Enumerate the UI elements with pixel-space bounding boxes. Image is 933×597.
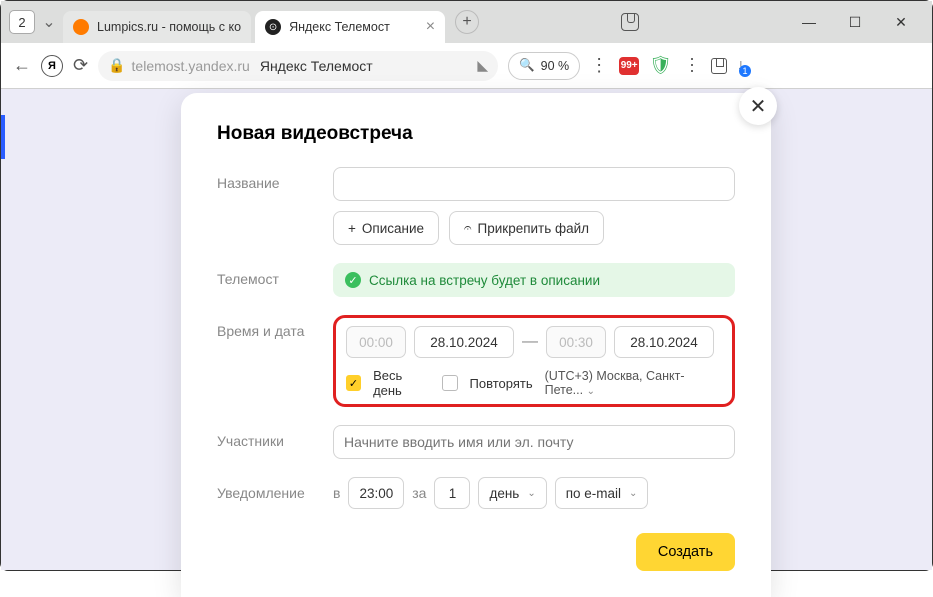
downloads-button[interactable]: ↓1 (737, 57, 745, 75)
sidebar-toggle-icon[interactable] (711, 58, 727, 74)
address-bar: ← Я ⟳ 🔒 telemost.yandex.ru Яндекс Телемо… (1, 43, 932, 89)
bookmark-icon[interactable]: ◣ (477, 57, 488, 74)
yandex-home-icon[interactable]: Я (41, 55, 63, 77)
new-meeting-modal: ✕ Новая видеовстреча Название +Описание … (181, 93, 771, 597)
favicon-lumpics-icon (73, 19, 89, 35)
range-dash: — (522, 333, 538, 351)
meeting-name-input[interactable] (333, 167, 735, 201)
plus-icon: + (348, 221, 356, 236)
notif-method-select[interactable]: по e-mail⌄ (555, 477, 649, 509)
timezone-selector[interactable]: (UTC+3) Москва, Санкт-Пете... ⌄ (545, 369, 722, 397)
tab-lumpics[interactable]: Lumpics.ru - помощь с ко (63, 11, 251, 43)
minimize-button[interactable]: — (800, 14, 818, 31)
chevron-down-icon: ⌄ (587, 386, 595, 397)
tab-title: Lumpics.ru - помощь с ко (97, 20, 241, 34)
repeat-label: Повторять (470, 376, 533, 391)
datetime-highlight: 00:00 28.10.2024 — 00:30 28.10.2024 Весь… (333, 315, 735, 407)
tab-dropdown-icon[interactable]: ⌄ (39, 12, 59, 32)
label-participants: Участники (217, 425, 333, 459)
check-icon: ✓ (345, 272, 361, 288)
repeat-checkbox[interactable] (442, 375, 457, 391)
chevron-down-icon: ⌄ (527, 488, 535, 499)
modal-title: Новая видеовстреча (217, 123, 735, 145)
content-area: ✕ Новая видеовстреча Название +Описание … (1, 89, 932, 570)
label-telemost: Телемост (217, 263, 333, 297)
notif-qty-input[interactable]: 1 (434, 477, 470, 509)
tab-telemost[interactable]: ⊙ Яндекс Телемост × (255, 11, 445, 43)
tab-strip: 2 ⌄ Lumpics.ru - помощь с ко ⊙ Яндекс Те… (1, 1, 932, 43)
attach-file-button[interactable]: 𝄐Прикрепить файл (449, 211, 604, 245)
all-day-checkbox[interactable] (346, 375, 361, 391)
accent-strip (1, 115, 5, 159)
maximize-button[interactable]: ☐ (846, 14, 864, 31)
search-icon: 🔍 (519, 58, 535, 73)
url-domain: telemost.yandex.ru (132, 58, 250, 74)
add-description-button[interactable]: +Описание (333, 211, 439, 245)
back-button[interactable]: ← (13, 55, 31, 76)
label-datetime: Время и дата (217, 315, 333, 407)
page-menu-button[interactable]: ⋮ (590, 55, 609, 76)
participants-input[interactable] (333, 425, 735, 459)
collections-icon[interactable] (621, 13, 639, 31)
date-to-input[interactable]: 28.10.2024 (614, 326, 714, 358)
label-notification: Уведомление (217, 477, 333, 509)
link-info-banner: ✓ Ссылка на встречу будет в описании (333, 263, 735, 297)
time-from-input[interactable]: 00:00 (346, 326, 406, 358)
extension-badge-icon[interactable]: 99+ (619, 57, 639, 75)
date-from-input[interactable]: 28.10.2024 (414, 326, 514, 358)
shield-icon[interactable]: 🛡 (649, 55, 672, 76)
notif-time-input[interactable]: 23:00 (348, 477, 404, 509)
close-modal-button[interactable]: ✕ (739, 87, 777, 125)
paperclip-icon: 𝄐 (464, 220, 472, 236)
new-tab-button[interactable]: + (455, 10, 479, 34)
close-window-button[interactable]: ✕ (892, 14, 910, 31)
tab-count-button[interactable]: 2 (9, 10, 35, 34)
create-button[interactable]: Создать (636, 533, 735, 571)
label-name: Название (217, 167, 333, 245)
reload-button[interactable]: ⟳ (73, 55, 88, 76)
favicon-telemost-icon: ⊙ (265, 19, 281, 35)
zoom-indicator[interactable]: 🔍 90 % (508, 52, 580, 80)
all-day-label: Весь день (373, 368, 430, 398)
close-tab-icon[interactable]: × (426, 18, 435, 36)
page-title: Яндекс Телемост (260, 58, 373, 74)
time-to-input[interactable]: 00:30 (546, 326, 606, 358)
address-field[interactable]: 🔒 telemost.yandex.ru Яндекс Телемост ◣ (98, 51, 498, 81)
notif-unit-select[interactable]: день⌄ (478, 477, 546, 509)
chevron-down-icon: ⌄ (629, 488, 637, 499)
lock-icon: 🔒 (108, 57, 125, 74)
tab-title: Яндекс Телемост (289, 20, 390, 34)
more-menu-button[interactable]: ⋯ (681, 56, 702, 75)
